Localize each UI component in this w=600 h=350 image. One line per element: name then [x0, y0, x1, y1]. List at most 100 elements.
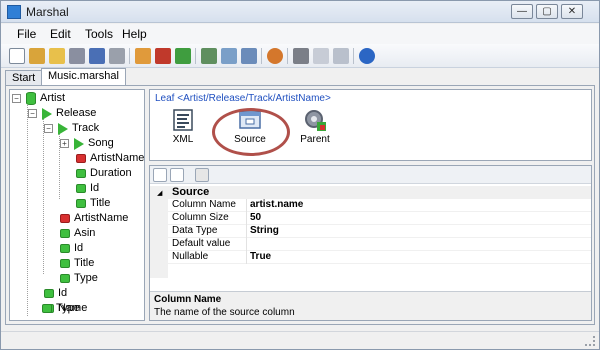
- settings-icon[interactable]: [267, 48, 283, 64]
- red-key-icon: [60, 214, 70, 223]
- status-bar: [1, 331, 599, 349]
- property-pages-icon[interactable]: [195, 168, 209, 182]
- parent-button[interactable]: Parent: [290, 106, 340, 158]
- toolbar-separator: [195, 48, 196, 64]
- property-row[interactable]: Nullable True: [150, 251, 591, 264]
- collapse-icon[interactable]: −: [12, 94, 21, 103]
- leaf-actions-panel: Leaf <Artist/Release/Track/ArtistName> X…: [149, 89, 592, 161]
- property-key: Nullable: [172, 251, 209, 262]
- tree-node-asin[interactable]: Asin: [58, 227, 144, 241]
- toolbar-separator: [129, 48, 130, 64]
- open-folder-icon[interactable]: [49, 48, 65, 64]
- property-row[interactable]: Data Type String: [150, 225, 591, 238]
- tree-node-artist-id[interactable]: Id: [42, 287, 142, 301]
- tree-node-artist[interactable]: − Artist: [12, 92, 142, 106]
- print-icon[interactable]: [109, 48, 125, 64]
- tree-node-release[interactable]: − Release: [28, 107, 142, 121]
- schema-tree: − Artist − Release − Track + Song Artist…: [9, 89, 145, 321]
- tab-music-marshal[interactable]: Music.marshal: [41, 68, 126, 86]
- tree-node-release-type[interactable]: Type: [58, 272, 144, 286]
- wand-icon[interactable]: [29, 48, 45, 64]
- resize-grip-icon[interactable]: [585, 336, 595, 346]
- green-field-icon: [60, 244, 70, 253]
- menu-edit[interactable]: Edit: [50, 27, 71, 41]
- property-key: Column Name: [172, 199, 236, 210]
- property-value[interactable]: artist.name: [250, 199, 303, 210]
- collapse-icon[interactable]: −: [28, 109, 37, 118]
- property-row[interactable]: Column Size 50: [150, 212, 591, 225]
- app-icon: [7, 5, 21, 19]
- menu-file[interactable]: File: [17, 27, 36, 41]
- tree-node-label: Title: [90, 197, 111, 209]
- menu-tools[interactable]: Tools: [85, 27, 113, 41]
- paste-icon[interactable]: [333, 48, 349, 64]
- tree-node-track-artistname[interactable]: ArtistName: [74, 152, 144, 166]
- tree-node-label: Type: [74, 272, 98, 284]
- tree-node-label: ArtistName: [74, 212, 129, 224]
- column-divider: [246, 238, 247, 251]
- property-key: Default value: [172, 238, 231, 249]
- tree-node-label: Id: [90, 182, 100, 194]
- save-all-icon[interactable]: [89, 48, 105, 64]
- xml-icon[interactable]: [201, 48, 217, 64]
- leaf-path-title: Leaf <Artist/Release/Track/ArtistName>: [155, 93, 331, 104]
- play-triangle-icon: [58, 123, 68, 135]
- property-row[interactable]: Column Name artist.name: [150, 199, 591, 212]
- column-divider: [246, 199, 247, 212]
- tree-node-artist-type[interactable]: [42, 316, 142, 320]
- check-icon[interactable]: [221, 48, 237, 64]
- tree-node-track-id[interactable]: Id: [74, 182, 144, 196]
- save-icon[interactable]: [69, 48, 85, 64]
- tree-node-duration[interactable]: Duration: [74, 167, 144, 181]
- help-description: The name of the source column: [154, 307, 295, 318]
- property-category[interactable]: ◢ Source: [150, 186, 591, 199]
- tree-node-track-title[interactable]: Title: [74, 197, 144, 211]
- tree-node-label: Id: [58, 287, 68, 299]
- tree-node-artist-type-label[interactable]: Type: [40, 302, 140, 316]
- document-icon[interactable]: [241, 48, 257, 64]
- column-divider: [246, 225, 247, 238]
- menu-help[interactable]: Help: [122, 27, 147, 41]
- toolbar-separator: [261, 48, 262, 64]
- document-tabs: Start Music.marshal: [1, 68, 599, 86]
- export-icon[interactable]: [135, 48, 151, 64]
- tab-start[interactable]: Start: [5, 70, 43, 86]
- tree-node-release-artistname[interactable]: ArtistName: [58, 212, 144, 226]
- help-icon[interactable]: [359, 48, 375, 64]
- property-value[interactable]: String: [250, 225, 279, 236]
- xml-button[interactable]: XML: [158, 106, 208, 158]
- property-value[interactable]: 50: [250, 212, 261, 223]
- copy-icon[interactable]: [313, 48, 329, 64]
- tree-node-label: Track: [72, 122, 100, 134]
- import-icon[interactable]: [155, 48, 171, 64]
- tree-node-release-id[interactable]: Id: [58, 242, 144, 256]
- property-row[interactable]: Default value: [150, 238, 591, 251]
- detail-panel: Leaf <Artist/Release/Track/ArtistName> X…: [149, 89, 592, 321]
- collapse-category-icon[interactable]: ◢: [157, 189, 162, 197]
- column-divider: [246, 251, 247, 264]
- sort-alphabetical-icon[interactable]: [170, 168, 184, 182]
- collapse-icon[interactable]: −: [44, 124, 53, 133]
- menu-bar: File Edit Tools Help: [1, 24, 599, 44]
- close-button[interactable]: ✕: [561, 4, 583, 19]
- minimize-button[interactable]: —: [511, 4, 533, 19]
- green-field-icon: [44, 289, 54, 298]
- green-field-icon: [76, 169, 86, 178]
- maximize-button[interactable]: ▢: [536, 4, 558, 19]
- red-key-icon: [76, 154, 86, 163]
- tree-node-label: ArtistName: [90, 152, 145, 164]
- tree-node-song[interactable]: + Song: [60, 137, 142, 151]
- cut-icon[interactable]: [293, 48, 309, 64]
- property-value[interactable]: True: [250, 251, 271, 262]
- new-file-icon[interactable]: [9, 48, 25, 64]
- database-icon[interactable]: [175, 48, 191, 64]
- expand-icon[interactable]: +: [60, 139, 69, 148]
- xml-button-label: XML: [172, 134, 194, 145]
- tree-line: [27, 103, 28, 316]
- tree-node-release-title[interactable]: Title: [58, 257, 144, 271]
- categorized-icon[interactable]: [153, 168, 167, 182]
- tree-node-label: Duration: [90, 167, 132, 179]
- tree-node-label: Song: [88, 137, 114, 149]
- app-window: Marshal — ▢ ✕ File Edit Tools Help Start…: [0, 0, 600, 350]
- tree-node-track[interactable]: − Track: [44, 122, 142, 136]
